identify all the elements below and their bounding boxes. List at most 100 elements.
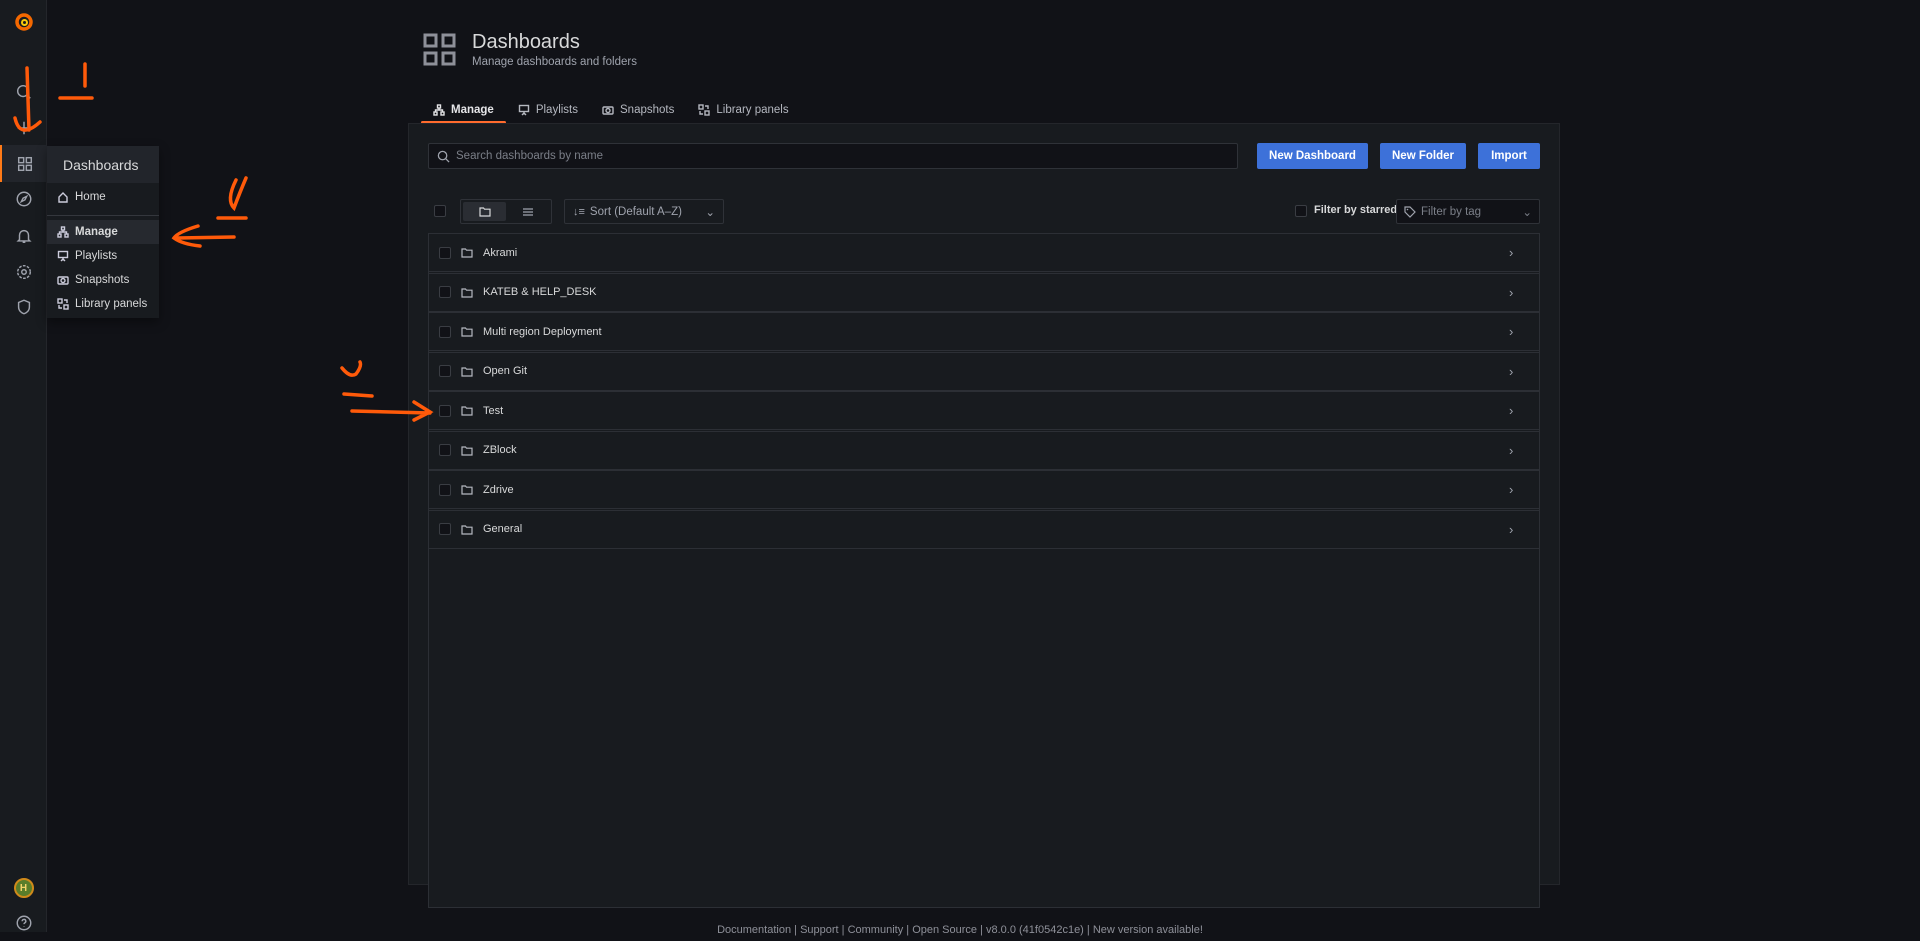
dashboards-flyout-menu: Dashboards Home Manage Playlists Snapsho… — [47, 146, 159, 318]
footer-open-source-link[interactable]: Open Source — [912, 924, 977, 936]
list-icon — [522, 207, 533, 216]
folder-icon — [461, 248, 473, 258]
flyout-title[interactable]: Dashboards — [47, 146, 159, 183]
explore-icon[interactable] — [0, 181, 47, 217]
presentation-play-icon — [518, 104, 530, 116]
annotation-number-1 — [58, 62, 94, 100]
chevron-right-icon[interactable]: › — [1509, 403, 1539, 418]
folder-row[interactable]: Akrami › — [428, 233, 1540, 272]
folder-checkbox[interactable] — [439, 246, 451, 259]
flyout-item-snapshots[interactable]: Snapshots — [47, 268, 159, 292]
sidebar: H — [0, 0, 47, 932]
camera-icon — [602, 106, 614, 115]
folder-row[interactable]: Multi region Deployment › — [428, 312, 1540, 351]
folder-checkbox[interactable] — [439, 365, 451, 377]
filter-starred-checkbox[interactable] — [1295, 205, 1307, 217]
search-icon[interactable] — [0, 74, 47, 110]
list-view-button[interactable] — [506, 202, 549, 221]
new-folder-button[interactable]: New Folder — [1380, 143, 1466, 169]
sitemap-icon — [57, 226, 69, 238]
folder-checkbox[interactable] — [439, 325, 451, 338]
flyout-divider — [47, 215, 159, 216]
folder-icon — [461, 287, 473, 298]
user-avatar-icon[interactable]: H — [0, 870, 47, 906]
configuration-gear-icon[interactable] — [0, 254, 47, 290]
folder-name[interactable]: Akrami — [483, 247, 1499, 259]
folder-name[interactable]: Multi region Deployment — [483, 326, 1499, 338]
footer-new-version-link[interactable]: New version available! — [1093, 924, 1203, 936]
flyout-item-manage[interactable]: Manage — [47, 220, 159, 244]
folder-row[interactable]: KATEB & HELP_DESK › — [428, 272, 1540, 312]
flyout-item-home[interactable]: Home — [47, 185, 159, 209]
folder-checkbox[interactable] — [439, 404, 451, 417]
folder-view-button[interactable] — [463, 202, 506, 221]
flyout-item-library-panels[interactable]: Library panels — [47, 292, 159, 316]
tab-snapshots[interactable]: Snapshots — [590, 97, 686, 123]
sort-icon: ↓≡ — [573, 205, 585, 218]
footer-documentation-link[interactable]: Documentation — [717, 924, 791, 936]
view-toggle — [460, 199, 552, 224]
grafana-logo-icon[interactable] — [0, 4, 47, 40]
folder-icon — [461, 485, 473, 495]
annotation-number-2 — [216, 176, 248, 220]
import-button[interactable]: Import — [1478, 143, 1540, 169]
tabs: Manage Playlists Snapshots Library panel… — [421, 97, 801, 124]
folder-name[interactable]: Zdrive — [483, 484, 1499, 496]
plus-icon[interactable] — [0, 110, 47, 146]
annotation-number-3 — [340, 360, 374, 398]
alerting-bell-icon[interactable] — [0, 218, 47, 254]
folder-row[interactable]: ZBlock › — [428, 430, 1540, 470]
chevron-right-icon[interactable]: › — [1509, 245, 1539, 260]
folder-checkbox[interactable] — [439, 444, 451, 456]
sort-select[interactable]: ↓≡ Sort (Default A–Z) ⌄ — [564, 199, 724, 224]
chevron-down-icon: ⌄ — [1522, 206, 1532, 219]
filter-starred-label: Filter by starred — [1314, 204, 1398, 216]
footer-community-link[interactable]: Community — [848, 924, 904, 936]
camera-icon — [57, 276, 69, 285]
dashboards-icon[interactable] — [0, 145, 47, 182]
tab-manage[interactable]: Manage — [421, 97, 506, 124]
dashboards-header-icon — [423, 33, 456, 66]
server-admin-shield-icon[interactable] — [0, 289, 47, 325]
page-title: Dashboards — [472, 31, 580, 53]
flyout-item-playlists[interactable]: Playlists — [47, 244, 159, 268]
folder-row[interactable]: Test › — [428, 391, 1540, 430]
chevron-right-icon[interactable]: › — [1509, 443, 1539, 458]
folder-checkbox[interactable] — [439, 286, 451, 298]
folder-icon — [461, 524, 473, 535]
folder-checkbox[interactable] — [439, 523, 451, 535]
chevron-right-icon[interactable]: › — [1509, 324, 1539, 339]
folder-name[interactable]: KATEB & HELP_DESK — [483, 286, 1499, 298]
folder-checkbox[interactable] — [439, 483, 451, 496]
annotation-arrow-2 — [171, 224, 236, 248]
home-icon — [58, 192, 68, 203]
folder-name[interactable]: General — [483, 523, 1499, 535]
search-placeholder: Search dashboards by name — [456, 150, 604, 162]
folder-row[interactable]: Zdrive › — [428, 470, 1540, 509]
tab-playlists[interactable]: Playlists — [506, 97, 590, 123]
chevron-right-icon[interactable]: › — [1509, 482, 1539, 497]
folder-row[interactable]: Open Git › — [428, 351, 1540, 391]
tab-library-panels[interactable]: Library panels — [686, 97, 800, 123]
new-dashboard-button[interactable]: New Dashboard — [1257, 143, 1368, 169]
chevron-down-icon: ⌄ — [705, 206, 715, 219]
folder-name[interactable]: Test — [483, 405, 1499, 417]
folder-icon — [461, 445, 473, 456]
folder-name[interactable]: ZBlock — [483, 444, 1499, 456]
footer-version[interactable]: v8.0.0 (41f0542c1e) — [986, 924, 1084, 936]
folder-icon — [478, 207, 491, 217]
folder-icon — [461, 406, 473, 416]
search-input[interactable]: Search dashboards by name — [428, 143, 1238, 169]
footer: Documentation | Support | Community | Op… — [717, 924, 1203, 936]
select-all-checkbox[interactable] — [434, 205, 446, 217]
chevron-right-icon[interactable]: › — [1509, 364, 1539, 379]
folder-icon — [461, 366, 473, 377]
chevron-right-icon[interactable]: › — [1509, 285, 1539, 300]
filter-by-tag-select[interactable]: Filter by tag ⌄ — [1396, 199, 1540, 224]
folder-name[interactable]: Open Git — [483, 365, 1499, 377]
page-subtitle: Manage dashboards and folders — [472, 56, 637, 68]
folder-row[interactable]: General › — [428, 509, 1540, 549]
footer-support-link[interactable]: Support — [800, 924, 839, 936]
chevron-right-icon[interactable]: › — [1509, 522, 1539, 537]
folder-icon — [461, 327, 473, 337]
